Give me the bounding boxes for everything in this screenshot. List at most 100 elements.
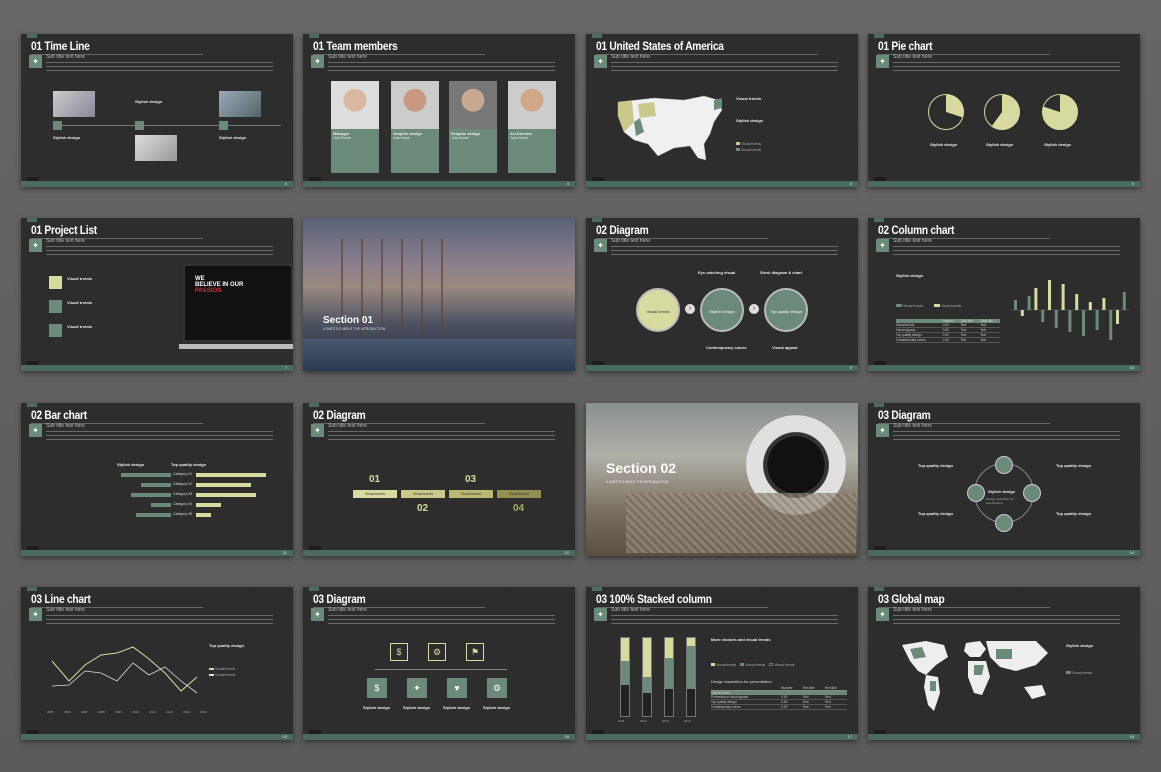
slide-footer: 9	[586, 365, 858, 371]
slide-diagram-icons[interactable]: 03 Diagram ✦ Sub title text here $ ⚙ ⚑ $…	[303, 587, 575, 740]
year-tick: 2005	[47, 710, 54, 714]
slide-footer: 15	[21, 734, 293, 740]
person-icon: ✦	[876, 608, 889, 621]
slide-tab	[874, 403, 884, 407]
slide-tab	[309, 403, 319, 407]
slide-team-members[interactable]: 01 Team members ✦ Sub title text here Ma…	[303, 34, 575, 187]
cycle-label-tl: Top quality design	[918, 463, 954, 468]
diagram-circle-1: Visual trends	[636, 288, 680, 332]
column-bar	[1088, 302, 1092, 310]
year-tick: 2009	[115, 710, 122, 714]
slide-subtitle: Sub title text here	[893, 607, 932, 613]
line-chart-graphic	[51, 646, 198, 694]
year-tick: 2013	[183, 710, 190, 714]
column-bar	[1014, 300, 1017, 310]
person-icon: ✦	[29, 608, 42, 621]
step-bar-2: Visual trends	[401, 490, 445, 498]
table-cell: 0.00	[781, 705, 788, 709]
slide-title-text: Bar chart	[44, 408, 87, 422]
slide-line-chart[interactable]: 03 Line chart ✦ Sub title text here 2005…	[21, 587, 293, 740]
member-card-4: Art Director John Dome	[508, 81, 556, 173]
step-bar-4: Visual trends	[497, 490, 541, 498]
body-text	[611, 246, 838, 258]
arrow-icon: ›	[749, 304, 759, 314]
column-bar	[1061, 284, 1065, 310]
year-tick: 2013	[662, 719, 669, 723]
member-photo	[391, 81, 439, 129]
category-label: Category 05	[173, 512, 193, 516]
slide-stacked-column[interactable]: 03 100% Stacked column ✦ Sub title text …	[586, 587, 858, 740]
timeline-node-2	[135, 121, 144, 130]
slide-title: 01 United States of America	[596, 39, 724, 53]
page-number: 10	[1129, 365, 1134, 370]
pie-1	[928, 94, 964, 130]
arrow-icon: ›	[685, 304, 695, 314]
usa-map	[617, 95, 723, 161]
slide-title-text: United States of America	[609, 39, 724, 53]
slide-timeline[interactable]: 01 Time Line ✦ Sub title text here Styli…	[21, 34, 293, 187]
slide-diagram-cycle[interactable]: 03 Diagram ✦ Sub title text here Stylish…	[868, 403, 1140, 556]
table-row: Visual appeal 0.00 Text Text	[896, 328, 1000, 333]
project-item-label: Visual trends	[67, 324, 93, 329]
page-number: 6	[1131, 181, 1134, 186]
body-text	[328, 431, 555, 443]
slide-global-map[interactable]: 03 Global map ✦ Sub title text here Styl…	[868, 587, 1140, 740]
legend-label: Visual trends	[1071, 671, 1093, 675]
cycle-center-sub: Design inspiration for presentation	[986, 497, 1015, 505]
body-text	[46, 615, 273, 627]
slide-tab	[309, 34, 319, 38]
slide-project-list[interactable]: 01 Project List ✦ Sub title text here Vi…	[21, 218, 293, 371]
slide-footer: 5	[586, 181, 858, 187]
slide-column-chart[interactable]: 02 Column chart ✦ Sub title text here St…	[868, 218, 1140, 371]
legend-label: Visual trends	[740, 148, 762, 152]
pie-label-1: Stylish design	[930, 142, 958, 147]
body-text	[46, 431, 273, 443]
slide-title: 02 Column chart	[878, 223, 954, 237]
year-tick: 2014	[684, 719, 691, 723]
slide-subtitle: Sub title text here	[893, 54, 932, 60]
pie-2	[984, 94, 1020, 130]
slide-diagram-steps[interactable]: 02 Diagram ✦ Sub title text here 01 02 0…	[303, 403, 575, 556]
slide-usa-map[interactable]: 01 United States of America ✦ Sub title …	[586, 34, 858, 187]
cycle-node-left	[967, 484, 985, 502]
slide-footer: 11	[21, 550, 293, 556]
slide-footer: 3	[21, 181, 293, 187]
icon-label-4: Stylish design	[483, 705, 511, 710]
stacked-columns	[616, 637, 700, 717]
laptop-base	[179, 344, 293, 349]
slide-title: 03 Diagram	[878, 408, 931, 422]
world-map	[902, 641, 1048, 711]
page-number: 15	[282, 734, 287, 739]
slide-title: 01 Team members	[313, 39, 398, 53]
legend-label: Visual trends	[774, 663, 795, 667]
stack-col	[620, 637, 630, 717]
page-number: 11	[282, 550, 287, 555]
map-right-sub: Stylish design	[736, 118, 764, 123]
step-number-2: 02	[417, 503, 429, 514]
slide-section-02[interactable]: Section 02 A SUBTITLE ABOUT THE INTRODUC…	[586, 403, 858, 556]
slide-bar-chart[interactable]: 02 Bar chart ✦ Sub title text here Styli…	[21, 403, 293, 556]
slide-subtitle: Sub title text here	[46, 607, 85, 613]
slide-number: 03	[31, 592, 42, 606]
column-chart-graphic	[1010, 280, 1130, 340]
page-number: 4	[566, 181, 569, 186]
slide-section-01[interactable]: Section 01 A SUBTITLE ABOUT THE INTRODUC…	[303, 218, 575, 371]
legend-label: Visual trends	[715, 663, 737, 667]
person-icon: ✦	[594, 239, 607, 252]
column-table: Number Total title Total title Visual tr…	[896, 319, 1000, 343]
body-text	[893, 431, 1120, 443]
slide-tab	[874, 218, 884, 222]
step-bar-1: Visual trends	[353, 490, 397, 498]
bar-row: Category 04	[51, 502, 281, 508]
timeline-label-center: Stylish design	[135, 99, 163, 104]
slide-tab	[592, 34, 602, 38]
cargo	[626, 493, 856, 553]
body-text	[46, 62, 273, 74]
column-bar	[1041, 310, 1045, 322]
year-tick: 2014	[200, 710, 207, 714]
pie-3	[1042, 94, 1078, 130]
person-icon: ✦	[876, 55, 889, 68]
slide-diagram-circles[interactable]: 02 Diagram ✦ Sub title text here Eye-cat…	[586, 218, 858, 371]
cycle-node-top	[995, 456, 1013, 474]
slide-pie-chart[interactable]: 01 Pie chart ✦ Sub title text here Styli…	[868, 34, 1140, 187]
